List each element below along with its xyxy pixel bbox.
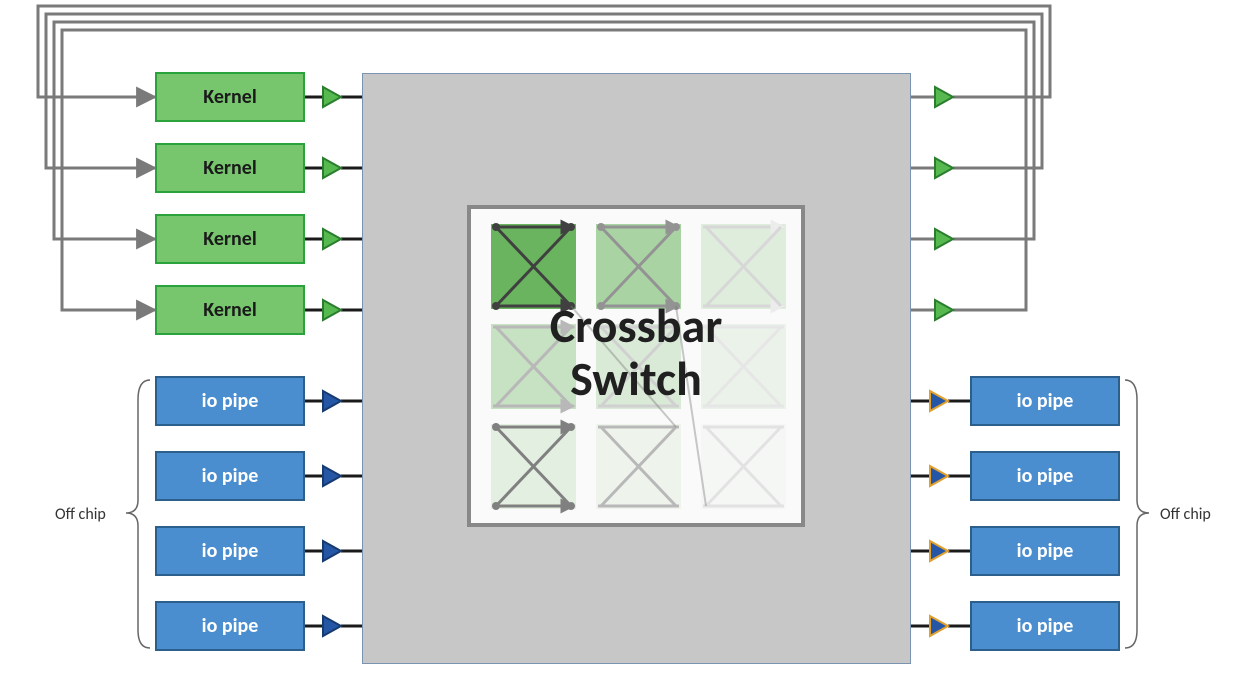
- kernel-block-4: Kernel: [155, 285, 305, 335]
- io-pipe-in-3: io pipe: [155, 526, 305, 576]
- io-pipe-label: io pipe: [202, 539, 259, 563]
- io-pipe-label: io pipe: [1017, 464, 1074, 488]
- io-pipe-out-4: io pipe: [970, 601, 1120, 651]
- diagram-canvas: Crossbar Switch Kernel Kernel Kernel Ker…: [0, 0, 1243, 676]
- io-pipe-out-3: io pipe: [970, 526, 1120, 576]
- io-pipe-in-1: io pipe: [155, 376, 305, 426]
- io-pipe-label: io pipe: [202, 614, 259, 638]
- kernel-label: Kernel: [203, 156, 256, 180]
- io-pipe-label: io pipe: [1017, 389, 1074, 413]
- io-pipe-out-1: io pipe: [970, 376, 1120, 426]
- crossbar-switch-label: Crossbar Switch: [467, 300, 805, 406]
- crossbar-line2: Switch: [570, 349, 702, 408]
- io-pipe-label: io pipe: [202, 464, 259, 488]
- crossbar-line1: Crossbar: [550, 296, 723, 355]
- off-chip-label-right: Off chip: [1160, 505, 1211, 524]
- kernel-block-1: Kernel: [155, 72, 305, 122]
- off-chip-label-left: Off chip: [55, 505, 106, 524]
- kernel-block-3: Kernel: [155, 214, 305, 264]
- io-pipe-out-2: io pipe: [970, 451, 1120, 501]
- io-pipe-label: io pipe: [202, 389, 259, 413]
- kernel-label: Kernel: [203, 227, 256, 251]
- kernel-label: Kernel: [203, 85, 256, 109]
- io-pipe-label: io pipe: [1017, 614, 1074, 638]
- io-pipe-label: io pipe: [1017, 539, 1074, 563]
- kernel-label: Kernel: [203, 298, 256, 322]
- kernel-block-2: Kernel: [155, 143, 305, 193]
- io-pipe-in-4: io pipe: [155, 601, 305, 651]
- io-pipe-in-2: io pipe: [155, 451, 305, 501]
